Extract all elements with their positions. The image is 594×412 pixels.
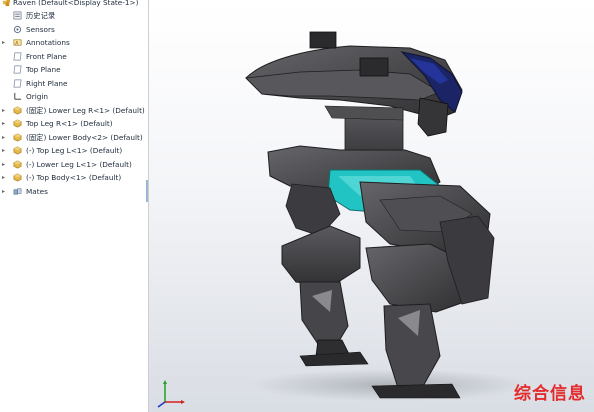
tree-item[interactable]: Origin [0,90,148,103]
part-icon [13,106,22,114]
expand-arrow-icon[interactable]: ▸ [2,131,8,144]
feature-tree-panel: Raven (Default<Display State-1>) 历史记录 Sen… [0,0,149,412]
view-triad-icon [157,380,185,408]
tree-item-label: Top Leg R<1> (Default) [26,119,113,128]
part-icon [13,119,22,128]
expand-arrow-icon[interactable]: ▸ [2,104,8,117]
expand-arrow-icon[interactable]: ▸ [2,171,8,184]
robot-model [245,31,530,401]
part-icon [13,133,22,141]
annotation-icon: A [13,39,22,46]
tree-item-label: Mates [26,186,48,196]
tree-item-label: (固定) Lower Leg R<1> (Default) [26,105,145,115]
graphics-viewport[interactable]: 综合信息 [149,0,594,412]
tree-item-label: Annotations [26,38,70,47]
tree-item[interactable]: ▸ (-) Lower Leg L<1> (Default) [0,158,148,171]
tree-item-label: Top Plane [26,65,61,74]
tree-item[interactable]: ▸ (-) Top Body<1> (Default) [0,171,148,184]
plane-icon [13,79,22,87]
expand-arrow-icon[interactable]: ▸ [2,144,8,157]
tree-item-label: (-) Top Body<1> (Default) [26,173,122,182]
plane-icon [13,65,22,74]
tree-item[interactable]: ▸ (固定) Lower Body<2> (Default) [0,131,148,144]
tree-item[interactable]: Top Plane [0,63,148,76]
tree-root[interactable]: Raven (Default<Display State-1>) [0,0,148,9]
expand-arrow-icon[interactable]: ▸ [2,158,8,171]
tree-item-label: Sensors [26,24,55,34]
assembly-icon [2,0,11,7]
tree-item[interactable]: Sensors [0,23,148,36]
tree-item-label: (固定) Lower Body<2> (Default) [26,132,143,142]
origin-icon [14,92,22,100]
tree-item[interactable]: ▸ A Annotations [0,36,148,49]
tree-item[interactable]: ▸ (固定) Lower Leg R<1> (Default) [0,104,148,117]
expand-arrow-icon[interactable]: ▸ [2,185,8,198]
tree-item-label: Right Plane [26,78,68,88]
sensor-icon [13,25,22,33]
tree-item-label: Front Plane [26,51,67,61]
tree-item[interactable]: Right Plane [0,77,148,90]
part-icon [13,146,22,155]
part-icon [13,160,22,168]
history-icon [13,11,22,20]
tree-item-label: (-) Lower Leg L<1> (Default) [26,159,132,169]
tree-item-label: (-) Top Leg L<1> (Default) [26,146,123,155]
tree-root-label: Raven (Default<Display State-1>) [13,0,139,7]
tree-item[interactable]: 历史记录 [0,9,148,22]
expand-arrow-icon[interactable]: ▸ [2,117,8,130]
expand-arrow-icon[interactable]: ▸ [2,36,8,49]
part-icon [13,173,22,182]
watermark-text: 综合信息 [514,384,586,404]
tree-item[interactable]: ▸ Top Leg R<1> (Default) [0,117,148,130]
plane-icon [13,52,22,60]
tree-item-label: Origin [26,92,49,101]
mates-icon [13,188,22,194]
tree-item[interactable]: Front Plane [0,50,148,63]
tree-item[interactable]: ▸ Mates [0,185,148,198]
tree-item[interactable]: ▸ (-) Top Leg L<1> (Default) [0,144,148,157]
tree-item-label: 历史记录 [26,11,56,20]
